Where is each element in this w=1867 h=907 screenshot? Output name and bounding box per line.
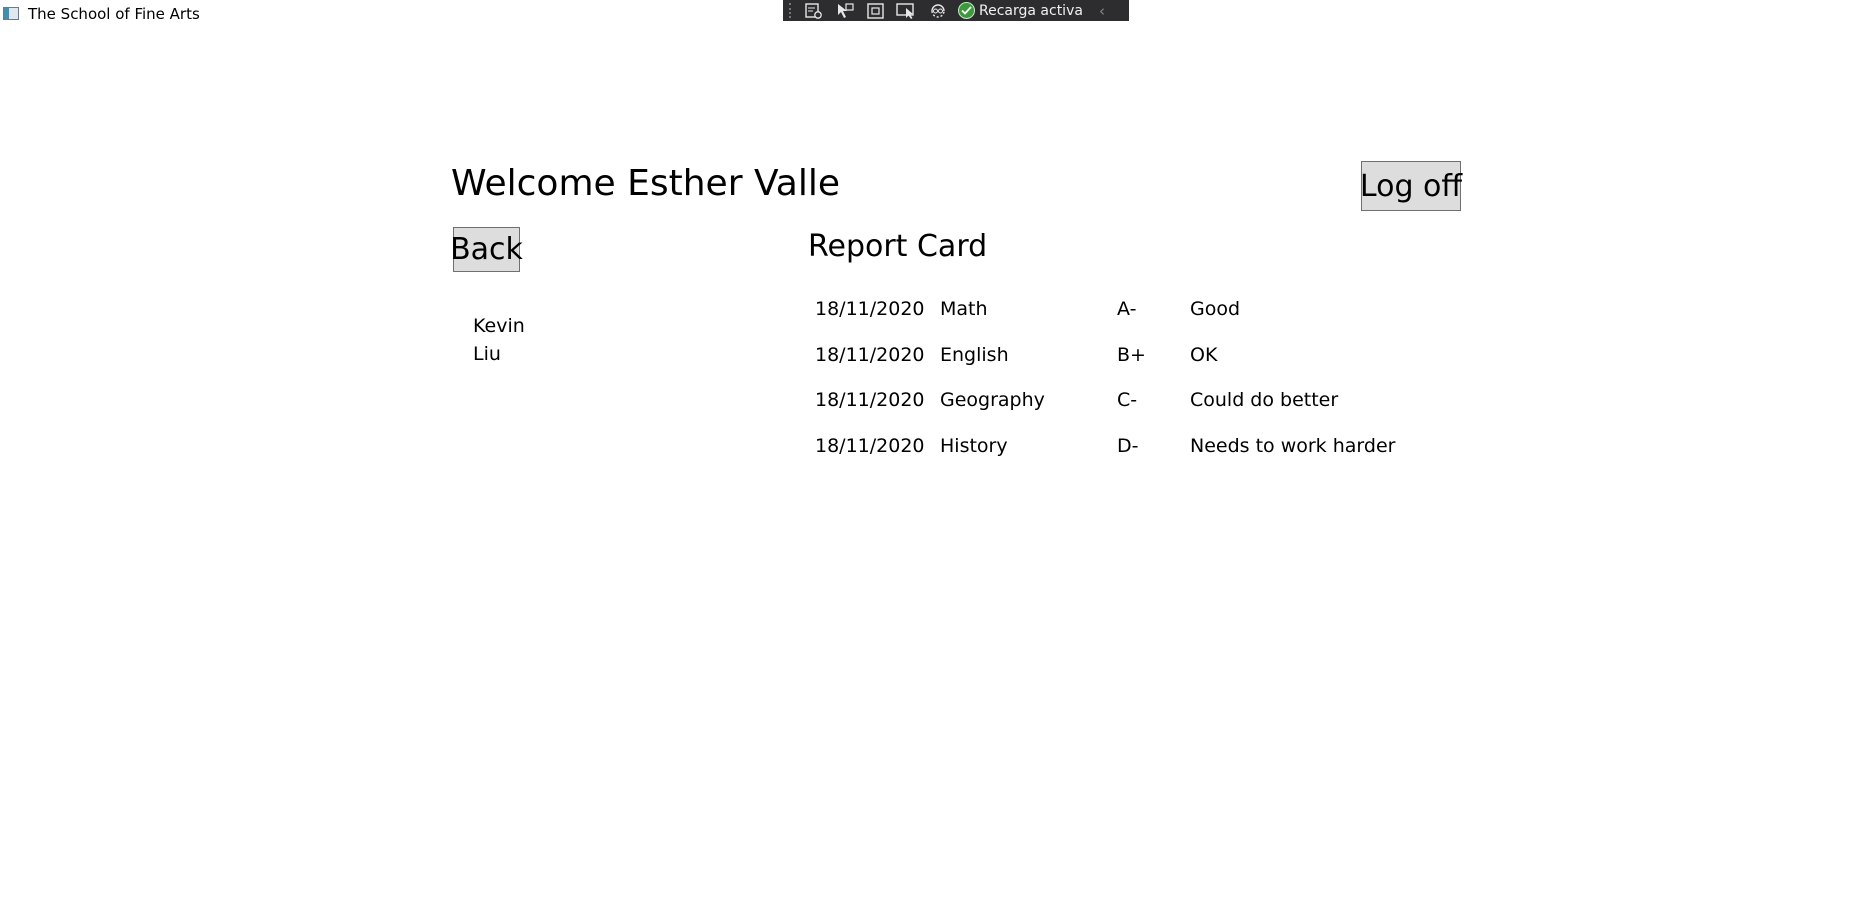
grade-letter: A- bbox=[1117, 298, 1137, 320]
binding-failures-icon[interactable] bbox=[925, 1, 951, 21]
grade-letter: D- bbox=[1117, 434, 1139, 457]
hot-reload-label: Recarga activa bbox=[979, 2, 1083, 19]
check-circle-icon bbox=[958, 2, 975, 19]
grades-list: 18/11/2020 Math A- Good 18/11/2020 Engli… bbox=[815, 296, 1415, 478]
grade-date: 18/11/2020 bbox=[815, 389, 925, 411]
grade-comment: OK bbox=[1190, 343, 1218, 366]
grade-subject: Math bbox=[940, 298, 988, 320]
back-button[interactable]: Back bbox=[450, 227, 523, 272]
grade-subject: Geography bbox=[940, 389, 1045, 411]
grade-comment: Could do better bbox=[1190, 389, 1339, 411]
student-first-name: Kevin bbox=[473, 315, 525, 337]
logoff-button[interactable]: Log off bbox=[1360, 161, 1462, 211]
toolbar-grip[interactable] bbox=[789, 3, 795, 18]
student-last-name: Liu bbox=[473, 343, 501, 365]
select-element-icon[interactable] bbox=[832, 1, 858, 21]
display-layout-adorners-icon[interactable] bbox=[863, 1, 889, 21]
track-focused-element-icon[interactable] bbox=[894, 1, 920, 21]
student-name: Kevin Liu bbox=[473, 312, 525, 368]
grade-subject: English bbox=[940, 343, 1009, 366]
grade-date: 18/11/2020 bbox=[815, 434, 925, 457]
grade-row: 18/11/2020 History D- Needs to work hard… bbox=[815, 433, 1415, 479]
grade-letter: C- bbox=[1117, 389, 1138, 411]
hot-reload-status[interactable]: Recarga activa bbox=[958, 2, 1083, 19]
grade-row: 18/11/2020 Geography C- Could do better bbox=[815, 387, 1415, 433]
grade-row: 18/11/2020 Math A- Good bbox=[815, 296, 1415, 342]
welcome-heading: Welcome Esther Valle bbox=[451, 163, 840, 204]
app-icon bbox=[3, 7, 19, 20]
grade-date: 18/11/2020 bbox=[815, 298, 925, 320]
grade-date: 18/11/2020 bbox=[815, 343, 925, 366]
collapse-toolbar-icon[interactable]: ‹ bbox=[1099, 2, 1105, 20]
grade-comment: Needs to work harder bbox=[1190, 434, 1396, 457]
grade-subject: History bbox=[940, 434, 1008, 457]
grade-row: 18/11/2020 English B+ OK bbox=[815, 342, 1415, 388]
grade-letter: B+ bbox=[1117, 343, 1146, 366]
debug-toolbar: Recarga activa ‹ bbox=[783, 0, 1129, 21]
live-visual-tree-icon[interactable] bbox=[801, 1, 827, 21]
grade-comment: Good bbox=[1190, 298, 1241, 320]
window-title: The School of Fine Arts bbox=[28, 5, 200, 23]
report-card-title: Report Card bbox=[808, 229, 988, 264]
